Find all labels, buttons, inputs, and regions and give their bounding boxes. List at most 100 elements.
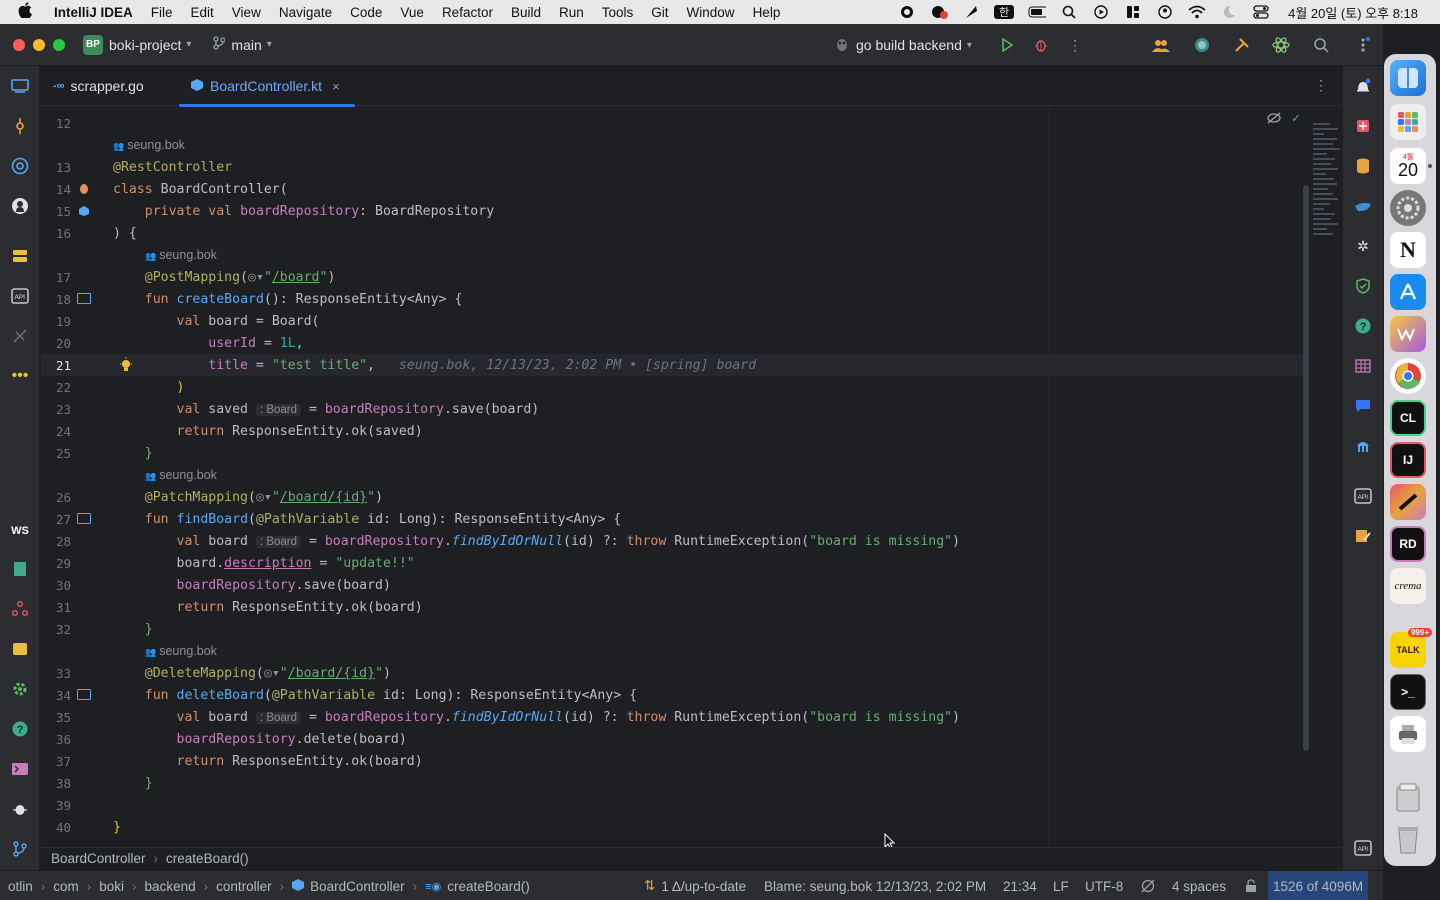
more-actions-icon[interactable]: ⋮ — [1066, 36, 1084, 54]
intellij-idea-icon[interactable]: IJ — [1390, 442, 1426, 478]
build-tools-icon[interactable] — [1233, 36, 1251, 54]
ai-assistant-icon[interactable] — [1272, 36, 1290, 54]
debug-bug-icon[interactable] — [1032, 36, 1050, 54]
close-tab-icon[interactable]: × — [332, 79, 340, 94]
problems-bug-icon[interactable] — [10, 799, 30, 819]
api-endpoints-icon[interactable]: API — [10, 286, 30, 306]
menu-code[interactable]: Code — [350, 5, 382, 20]
notes-icon[interactable] — [10, 639, 30, 659]
tab-options-icon[interactable]: ⋮ — [1314, 77, 1328, 94]
kakaotalk-icon[interactable]: TALK 999+ — [1390, 628, 1432, 668]
indent-settings[interactable]: 4 spaces — [1172, 871, 1226, 900]
tab-scrapper-go[interactable]: -∞ scrapper.go — [41, 66, 156, 106]
bookmarks-icon[interactable] — [10, 559, 30, 579]
ai-help-icon[interactable]: ? — [1353, 316, 1373, 336]
calendar-icon[interactable]: 4월 20 — [1390, 148, 1432, 184]
user-account-icon[interactable] — [1156, 5, 1174, 19]
git-icon[interactable] — [10, 839, 30, 859]
ai-off-icon[interactable] — [1141, 871, 1155, 900]
browser-icon[interactable] — [10, 156, 30, 176]
path-segment[interactable]: backend — [145, 879, 196, 894]
injection-gutter-icon[interactable] — [78, 205, 90, 221]
play-circle-icon[interactable] — [1092, 5, 1110, 19]
code-minimap[interactable] — [1313, 123, 1341, 253]
maven-icon[interactable] — [1353, 436, 1373, 456]
finder-icon[interactable] — [1390, 60, 1426, 96]
menu-edit[interactable]: Edit — [191, 5, 214, 20]
notes-edit-icon[interactable] — [1353, 526, 1373, 546]
rider-icon[interactable]: RD — [1390, 526, 1426, 562]
menu-run[interactable]: Run — [559, 5, 584, 20]
zoom-window-button[interactable] — [53, 38, 65, 51]
services-icon[interactable] — [10, 246, 30, 266]
search-everywhere-icon[interactable] — [1312, 36, 1330, 54]
trash-icon[interactable] — [1390, 822, 1426, 858]
notifications-bell-icon[interactable] — [1353, 76, 1373, 96]
inline-blame[interactable]: seung.bok, 12/13/23, 2:02 PM • [spring] … — [399, 358, 756, 373]
api-panel-icon[interactable]: API — [1353, 486, 1373, 506]
path-segment[interactable]: com — [53, 879, 79, 894]
menu-help[interactable]: Help — [753, 5, 781, 20]
menu-navigate[interactable]: Navigate — [279, 5, 332, 20]
structure-icon[interactable] — [10, 599, 30, 619]
path-segment[interactable]: BoardController — [310, 879, 405, 894]
project-switcher[interactable]: BP boki-project ▾ — [83, 34, 191, 55]
globe-link-icon[interactable]: ◎▾ — [248, 270, 264, 285]
settings-menu-icon[interactable] — [1354, 36, 1372, 54]
menu-tools[interactable]: Tools — [602, 5, 634, 20]
close-window-button[interactable] — [13, 38, 25, 51]
memory-indicator[interactable]: 1526 of 4096M — [1268, 871, 1369, 900]
file-encoding[interactable]: UTF-8 — [1085, 871, 1123, 900]
vcs-status[interactable]: ⇅ 1 Δ/up-to-date — [644, 871, 746, 900]
apple-menu-icon[interactable] — [18, 2, 36, 22]
help-icon[interactable]: ? — [10, 719, 30, 739]
api-panel-bottom-icon[interactable]: API — [1353, 838, 1373, 858]
control-center-icon[interactable] — [1252, 5, 1270, 19]
terminal-app-icon[interactable]: >_ — [1390, 674, 1426, 710]
breadcrumb-class[interactable]: BoardController — [51, 851, 146, 866]
chat-icon[interactable] — [1353, 396, 1373, 416]
editor-scrollbar[interactable] — [1303, 185, 1309, 751]
menu-bar-clock[interactable]: 4월 20일 (토) 오후 8:18 — [1288, 3, 1418, 22]
run-debug-icon[interactable] — [10, 326, 30, 346]
reader-mode-icon[interactable] — [1267, 112, 1281, 127]
spotlight-search-icon[interactable] — [1060, 5, 1078, 19]
menu-view[interactable]: View — [232, 5, 261, 20]
read-only-lock-icon[interactable] — [1245, 871, 1257, 900]
chrome-icon[interactable] — [1390, 358, 1426, 394]
code-editor[interactable]: ✓ 12 👥 seung.bok 13 @RestController 14 cl… — [41, 107, 1342, 847]
docker-icon[interactable] — [1353, 196, 1373, 216]
commit-icon[interactable] — [10, 116, 30, 136]
sublime-merge-icon[interactable] — [1390, 484, 1426, 520]
wifi-icon[interactable] — [1188, 5, 1206, 19]
code-with-me-icon[interactable] — [1152, 36, 1170, 54]
branch-switcher[interactable]: main ▾ — [213, 36, 272, 53]
table-icon[interactable] — [1353, 356, 1373, 376]
gear-icon[interactable] — [10, 679, 30, 699]
clion-icon[interactable]: CL — [1390, 400, 1426, 436]
input-method-icon[interactable]: 한 — [994, 5, 1015, 19]
terminal-icon[interactable] — [10, 759, 30, 779]
code-vision-author[interactable]: 👥 seung.bok — [145, 468, 217, 482]
path-segment[interactable]: controller — [216, 879, 272, 894]
more-tools-icon[interactable]: ••• — [10, 366, 30, 386]
path-segment[interactable]: createBoard() — [447, 879, 530, 894]
ws-icon[interactable]: WS — [10, 521, 30, 541]
spring-bean-gutter-icon[interactable] — [78, 183, 90, 199]
tab-boardcontroller-kt[interactable]: BoardController.kt × — [179, 66, 355, 107]
menu-window[interactable]: Window — [687, 5, 735, 20]
menu-build[interactable]: Build — [511, 5, 541, 20]
feather-icon[interactable] — [962, 5, 980, 19]
code-vision-author[interactable]: 👥 seung.bok — [113, 138, 185, 152]
status-circle-icon[interactable] — [1193, 36, 1211, 54]
minimize-window-button[interactable] — [33, 38, 45, 51]
run-configuration-selector[interactable]: go build backend ▾ — [836, 24, 972, 66]
api-gutter-icon[interactable] — [77, 689, 91, 704]
project-view-icon[interactable] — [10, 76, 30, 96]
kubernetes-icon[interactable]: ✲ — [1353, 236, 1373, 256]
globe-link-icon[interactable]: ◎▾ — [264, 666, 280, 681]
crema-icon[interactable]: crema — [1390, 568, 1426, 604]
api-gutter-icon[interactable] — [77, 293, 91, 308]
do-not-disturb-moon-icon[interactable] — [1220, 5, 1238, 19]
menu-git[interactable]: Git — [651, 5, 668, 20]
